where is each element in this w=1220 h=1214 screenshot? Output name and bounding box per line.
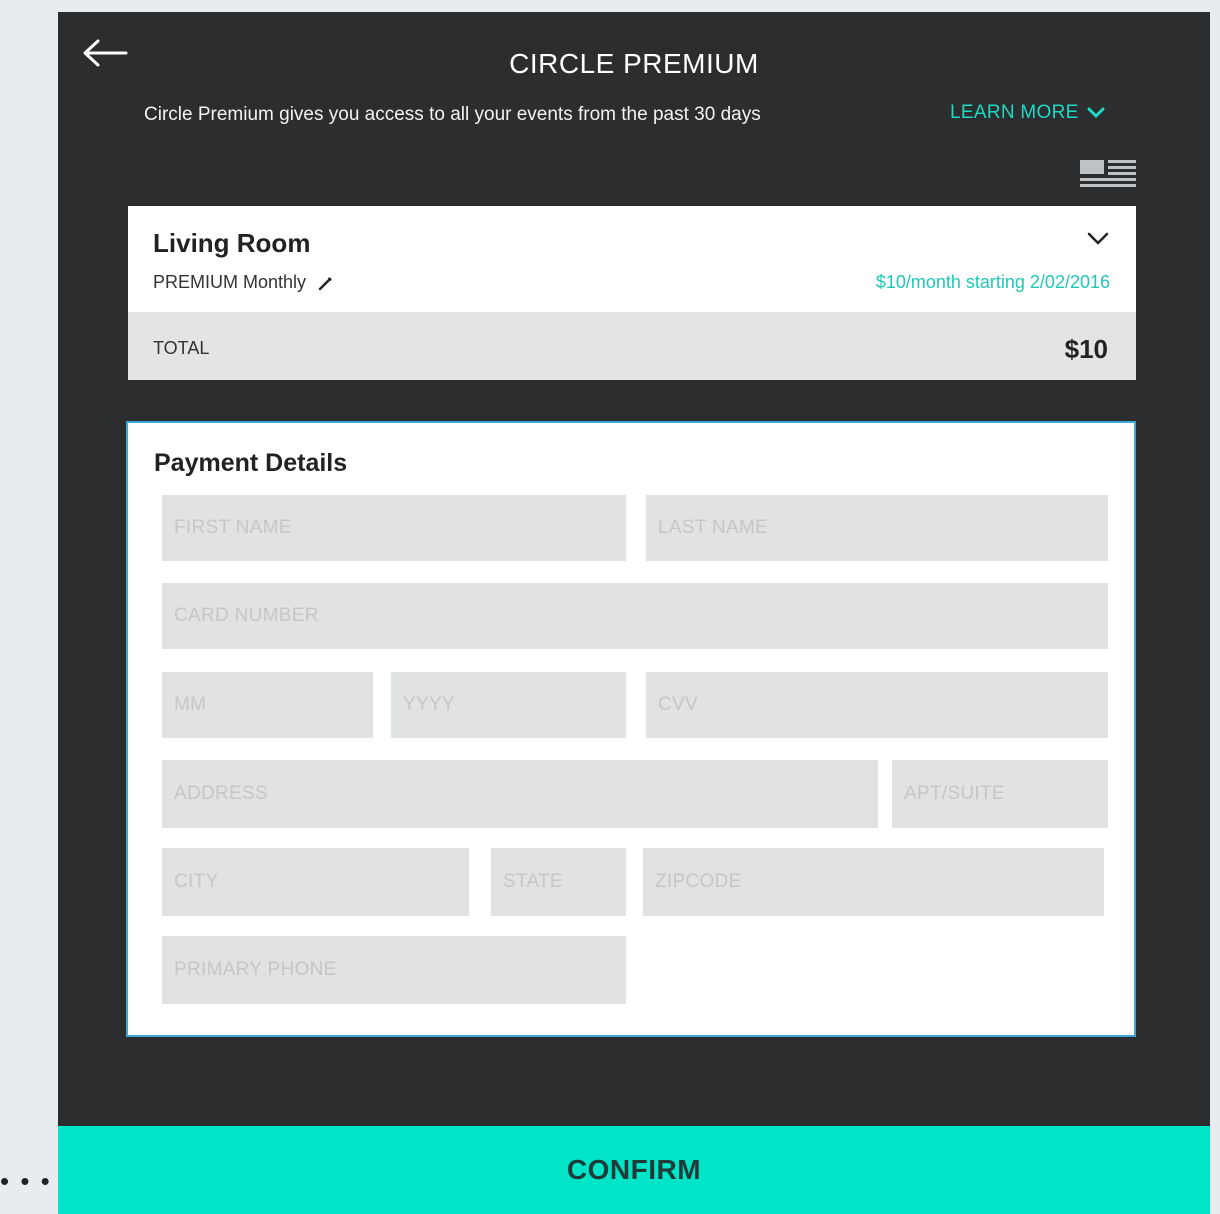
card-number-field[interactable] [162,583,1108,649]
expand-plan-button[interactable] [1086,230,1110,248]
list-view-button[interactable] [1080,158,1136,188]
zipcode-field[interactable] [643,848,1104,916]
payment-details-title: Payment Details [154,449,348,477]
plan-summary-card: Living Room PREMIUM Monthly $10/month st… [128,206,1136,380]
apt-suite-field[interactable] [892,760,1108,828]
last-name-field[interactable] [646,495,1108,561]
plan-camera-name: Living Room [153,228,311,258]
page-title: CIRCLE PREMIUM [509,48,759,79]
chevron-down-icon [1087,107,1105,119]
learn-more-link[interactable]: LEARN MORE [950,102,1105,124]
plan-price: $10/month starting 2/02/2016 [875,272,1110,292]
learn-more-label: LEARN MORE [950,102,1079,123]
cvv-field[interactable] [646,672,1108,738]
total-label: TOTAL [153,338,210,358]
primary-phone-field[interactable] [162,936,626,1004]
edit-pencil-icon [318,276,333,290]
page-subtitle: Circle Premium gives you access to all y… [144,104,761,125]
address-field[interactable] [162,760,878,828]
city-field[interactable] [162,848,469,916]
plan-type[interactable]: PREMIUM Monthly [153,272,334,293]
total-value: $10 [1064,334,1108,364]
list-icon [1080,160,1136,187]
confirm-button[interactable]: CONFIRM [58,1126,1210,1214]
plan-type-label: PREMIUM Monthly [153,272,307,292]
pagination-dots: • • • [0,1166,52,1196]
payment-details-card: Payment Details [126,421,1136,1037]
state-field[interactable] [491,848,626,916]
expiry-month-field[interactable] [162,672,373,738]
premium-screen: CIRCLE PREMIUM Circle Premium gives you … [58,12,1210,1214]
total-row: TOTAL $10 [128,312,1136,380]
first-name-field[interactable] [162,495,626,561]
chevron-down-icon [1087,232,1109,245]
expiry-year-field[interactable] [391,672,626,738]
